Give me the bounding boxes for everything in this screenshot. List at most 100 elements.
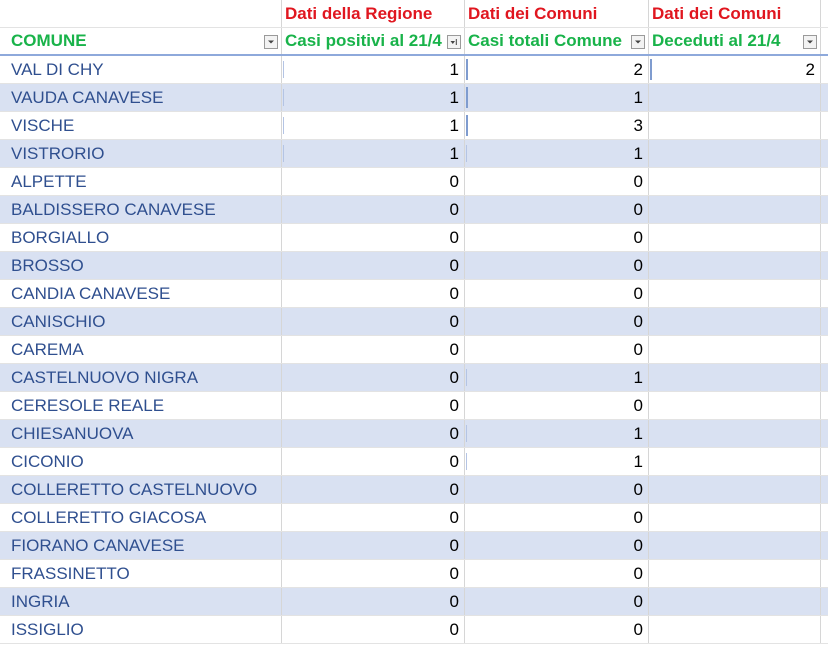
cell-casi-positivi[interactable]: 0 bbox=[282, 252, 465, 279]
cell-deceduti[interactable] bbox=[649, 252, 821, 279]
cell-casi-positivi[interactable]: 0 bbox=[282, 168, 465, 195]
cell-deceduti[interactable] bbox=[649, 196, 821, 223]
cell-deceduti[interactable] bbox=[649, 308, 821, 335]
cell-comune[interactable]: VISTRORIO bbox=[0, 140, 282, 167]
cell-deceduti[interactable] bbox=[649, 112, 821, 139]
filter-dropdown-casi-totali[interactable] bbox=[631, 35, 645, 49]
header-casi-positivi[interactable]: Casi positivi al 21/4 bbox=[282, 28, 465, 54]
header-deceduti[interactable]: Deceduti al 21/4 bbox=[649, 28, 821, 54]
cell-deceduti[interactable] bbox=[649, 224, 821, 251]
cell-comune[interactable]: CANDIA CANAVESE bbox=[0, 280, 282, 307]
cell-deceduti[interactable] bbox=[649, 364, 821, 391]
filter-dropdown-comune[interactable] bbox=[264, 35, 278, 49]
header-comune[interactable]: COMUNE bbox=[0, 28, 282, 54]
cell-casi-totali[interactable]: 0 bbox=[465, 280, 649, 307]
cell-casi-positivi[interactable]: 0 bbox=[282, 448, 465, 475]
cell-comune[interactable]: VAL DI CHY bbox=[0, 56, 282, 83]
super-header-comuni-deceduti[interactable]: Dati dei Comuni bbox=[649, 0, 821, 27]
cell-comune[interactable]: BROSSO bbox=[0, 252, 282, 279]
cell-deceduti[interactable] bbox=[649, 280, 821, 307]
cell-comune[interactable]: FRASSINETTO bbox=[0, 560, 282, 587]
cell-deceduti[interactable] bbox=[649, 616, 821, 643]
cell-casi-positivi[interactable]: 0 bbox=[282, 420, 465, 447]
cell-comune[interactable]: CAREMA bbox=[0, 336, 282, 363]
cell-deceduti[interactable] bbox=[649, 84, 821, 111]
super-header-cell-empty[interactable] bbox=[0, 0, 282, 27]
cell-casi-totali[interactable]: 2 bbox=[465, 56, 649, 83]
cell-casi-totali[interactable]: 0 bbox=[465, 336, 649, 363]
cell-casi-positivi[interactable]: 0 bbox=[282, 224, 465, 251]
cell-comune[interactable]: ISSIGLIO bbox=[0, 616, 282, 643]
cell-comune[interactable]: CERESOLE REALE bbox=[0, 392, 282, 419]
header-cell-edge bbox=[821, 28, 828, 54]
cell-casi-positivi[interactable]: 0 bbox=[282, 392, 465, 419]
cell-edge bbox=[821, 84, 828, 111]
cell-casi-totali[interactable]: 1 bbox=[465, 420, 649, 447]
cell-casi-totali[interactable]: 0 bbox=[465, 308, 649, 335]
cell-casi-totali[interactable]: 0 bbox=[465, 392, 649, 419]
cell-casi-positivi[interactable]: 0 bbox=[282, 504, 465, 531]
cell-casi-positivi[interactable]: 0 bbox=[282, 336, 465, 363]
header-casi-totali-label: Casi totali Comune bbox=[468, 31, 622, 50]
cell-deceduti[interactable] bbox=[649, 392, 821, 419]
cell-comune[interactable]: CHIESANUOVA bbox=[0, 420, 282, 447]
cell-casi-positivi[interactable]: 1 bbox=[282, 84, 465, 111]
cell-comune[interactable]: CASTELNUOVO NIGRA bbox=[0, 364, 282, 391]
cell-casi-positivi[interactable]: 0 bbox=[282, 476, 465, 503]
filter-dropdown-deceduti[interactable] bbox=[803, 35, 817, 49]
cell-deceduti[interactable] bbox=[649, 168, 821, 195]
cell-casi-totali[interactable]: 0 bbox=[465, 476, 649, 503]
cell-edge bbox=[821, 616, 828, 643]
cell-deceduti[interactable] bbox=[649, 532, 821, 559]
cell-casi-positivi[interactable]: 0 bbox=[282, 196, 465, 223]
cell-deceduti[interactable] bbox=[649, 476, 821, 503]
cell-casi-totali[interactable]: 1 bbox=[465, 140, 649, 167]
cell-casi-totali[interactable]: 0 bbox=[465, 196, 649, 223]
filter-dropdown-casi-positivi[interactable] bbox=[447, 35, 461, 49]
cell-casi-positivi[interactable]: 0 bbox=[282, 588, 465, 615]
cell-comune[interactable]: COLLERETTO GIACOSA bbox=[0, 504, 282, 531]
header-casi-totali[interactable]: Casi totali Comune bbox=[465, 28, 649, 54]
cell-casi-totali[interactable]: 3 bbox=[465, 112, 649, 139]
cell-casi-totali[interactable]: 0 bbox=[465, 616, 649, 643]
super-header-comuni-totali[interactable]: Dati dei Comuni bbox=[465, 0, 649, 27]
cell-casi-positivi[interactable]: 0 bbox=[282, 364, 465, 391]
cell-casi-positivi[interactable]: 0 bbox=[282, 560, 465, 587]
cell-casi-totali[interactable]: 0 bbox=[465, 224, 649, 251]
cell-casi-positivi[interactable]: 1 bbox=[282, 140, 465, 167]
cell-comune[interactable]: ALPETTE bbox=[0, 168, 282, 195]
cell-casi-totali[interactable]: 0 bbox=[465, 532, 649, 559]
cell-comune[interactable]: CANISCHIO bbox=[0, 308, 282, 335]
cell-comune[interactable]: COLLERETTO CASTELNUOVO bbox=[0, 476, 282, 503]
cell-casi-totali[interactable]: 1 bbox=[465, 364, 649, 391]
cell-comune[interactable]: CICONIO bbox=[0, 448, 282, 475]
cell-comune[interactable]: BORGIALLO bbox=[0, 224, 282, 251]
cell-casi-totali[interactable]: 0 bbox=[465, 588, 649, 615]
cell-casi-positivi[interactable]: 1 bbox=[282, 112, 465, 139]
cell-deceduti[interactable] bbox=[649, 504, 821, 531]
super-header-regione[interactable]: Dati della Regione bbox=[282, 0, 465, 27]
cell-deceduti[interactable]: 2 bbox=[649, 56, 821, 83]
cell-casi-totali[interactable]: 0 bbox=[465, 560, 649, 587]
cell-casi-positivi[interactable]: 0 bbox=[282, 308, 465, 335]
cell-casi-positivi[interactable]: 0 bbox=[282, 532, 465, 559]
cell-comune[interactable]: BALDISSERO CANAVESE bbox=[0, 196, 282, 223]
cell-comune[interactable]: VAUDA CANAVESE bbox=[0, 84, 282, 111]
cell-casi-totali[interactable]: 1 bbox=[465, 448, 649, 475]
cell-casi-totali[interactable]: 0 bbox=[465, 168, 649, 195]
cell-comune[interactable]: INGRIA bbox=[0, 588, 282, 615]
cell-deceduti[interactable] bbox=[649, 448, 821, 475]
cell-comune[interactable]: VISCHE bbox=[0, 112, 282, 139]
cell-casi-positivi[interactable]: 0 bbox=[282, 616, 465, 643]
cell-comune[interactable]: FIORANO CANAVESE bbox=[0, 532, 282, 559]
cell-deceduti[interactable] bbox=[649, 140, 821, 167]
cell-casi-positivi[interactable]: 1 bbox=[282, 56, 465, 83]
cell-deceduti[interactable] bbox=[649, 560, 821, 587]
cell-casi-totali[interactable]: 0 bbox=[465, 504, 649, 531]
cell-deceduti[interactable] bbox=[649, 336, 821, 363]
cell-deceduti[interactable] bbox=[649, 420, 821, 447]
cell-casi-totali[interactable]: 0 bbox=[465, 252, 649, 279]
cell-casi-positivi[interactable]: 0 bbox=[282, 280, 465, 307]
cell-deceduti[interactable] bbox=[649, 588, 821, 615]
cell-casi-totali[interactable]: 1 bbox=[465, 84, 649, 111]
